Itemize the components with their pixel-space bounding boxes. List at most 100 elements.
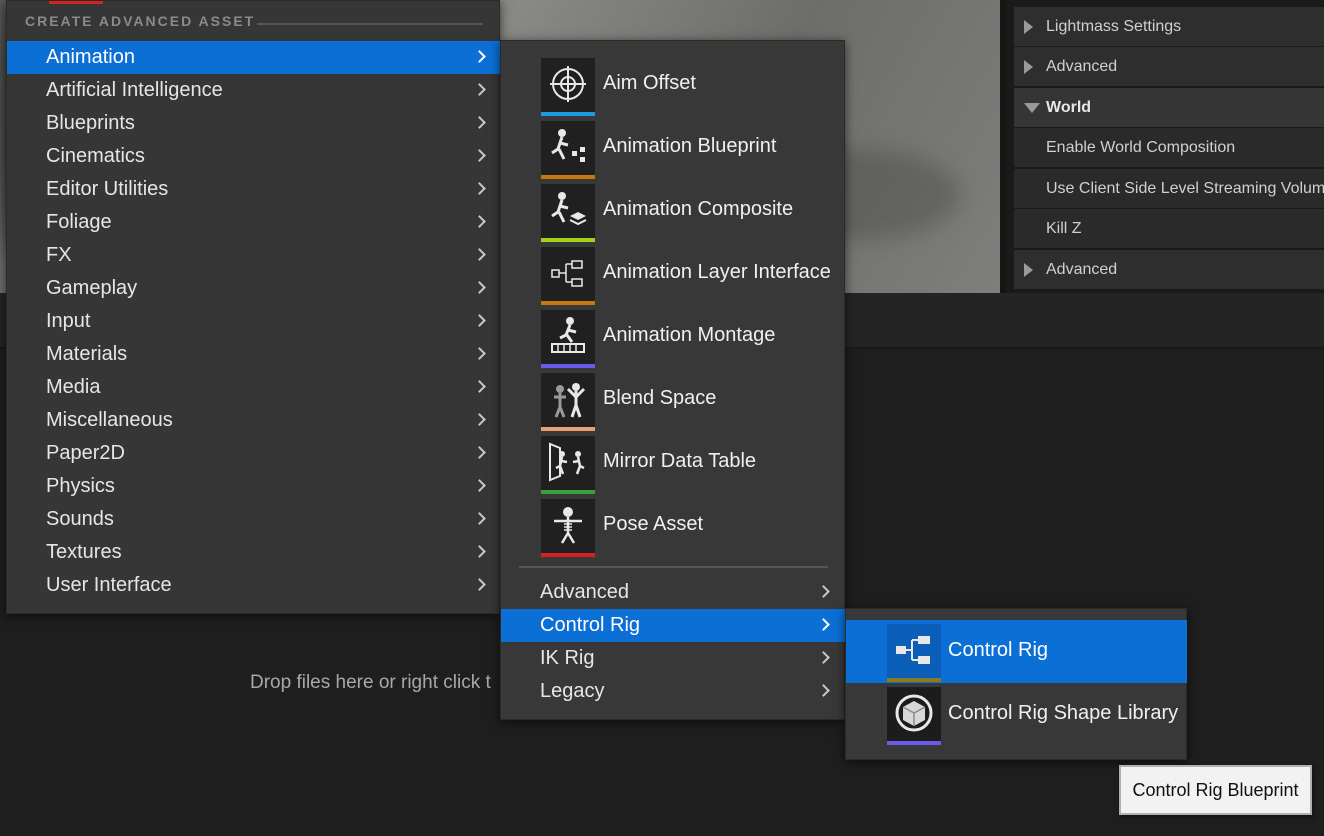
menu-item-artificial-intelligence[interactable]: Artificial Intelligence xyxy=(7,74,500,107)
submenu-item-legacy[interactable]: Legacy xyxy=(501,675,846,708)
asset-color-bar xyxy=(541,490,595,494)
animation-montage-icon xyxy=(541,310,595,368)
menu-item-label: Animation xyxy=(46,46,135,68)
menu-item-label: Input xyxy=(46,310,91,332)
menu-item-sounds[interactable]: Sounds xyxy=(7,503,500,536)
asset-item-label: Animation Montage xyxy=(603,324,776,346)
details-property-enable-world-composition[interactable]: Enable World Composition xyxy=(1014,128,1324,168)
details-section-world[interactable]: World xyxy=(1014,88,1324,128)
submenu-item-label: IK Rig xyxy=(540,647,595,669)
shape-library-icon xyxy=(887,687,941,745)
asset-item-label: Animation Layer Interface xyxy=(603,261,831,283)
mirror-data-table-icon xyxy=(541,436,595,494)
menu-item-label: Media xyxy=(46,376,101,398)
menu-item-blueprints[interactable]: Blueprints xyxy=(7,107,500,140)
submenu-item-ik-rig[interactable]: IK Rig xyxy=(501,642,846,675)
asset-item-animation-blueprint[interactable]: Animation Blueprint xyxy=(541,121,841,179)
blend-space-icon xyxy=(541,373,595,431)
asset-color-bar xyxy=(541,364,595,368)
asset-color-bar xyxy=(541,175,595,179)
editor-window: Lightmass Settings Advanced World Enable… xyxy=(0,0,1324,836)
tooltip: Control Rig Blueprint xyxy=(1119,765,1312,815)
menu-item-miscellaneous[interactable]: Miscellaneous xyxy=(7,404,500,437)
header-divider xyxy=(257,23,483,25)
menu-item-label: Materials xyxy=(46,343,128,365)
menu-header: CREATE ADVANCED ASSET xyxy=(25,13,256,29)
asset-item-control-rig[interactable]: Control Rig xyxy=(846,620,1187,683)
menu-item-input[interactable]: Input xyxy=(7,305,500,338)
chevron-right-icon xyxy=(473,149,486,162)
menu-item-animation[interactable]: Animation xyxy=(7,41,500,74)
asset-color-bar xyxy=(541,238,595,242)
asset-item-mirror-data-table[interactable]: Mirror Data Table xyxy=(541,436,841,494)
details-category-lightmass-settings[interactable]: Lightmass Settings xyxy=(1014,7,1324,47)
menu-item-foliage[interactable]: Foliage xyxy=(7,206,500,239)
details-category-advanced[interactable]: Advanced xyxy=(1014,47,1324,87)
control-rig-icon xyxy=(887,624,941,682)
asset-item-blend-space[interactable]: Blend Space xyxy=(541,373,841,431)
chevron-right-icon xyxy=(473,380,486,393)
chevron-right-icon xyxy=(473,116,486,129)
chevron-right-icon xyxy=(473,248,486,261)
details-panel: Lightmass Settings Advanced World Enable… xyxy=(1000,0,1324,293)
asset-item-label: Pose Asset xyxy=(603,513,704,535)
submenu-item-label: Legacy xyxy=(540,680,605,702)
chevron-right-icon xyxy=(473,83,486,96)
asset-color-bar xyxy=(541,553,595,557)
collapse-arrow-icon[interactable] xyxy=(1024,88,1040,127)
animation-layer-interface-icon xyxy=(541,247,595,305)
chevron-right-icon xyxy=(473,413,486,426)
menu-item-label: FX xyxy=(46,244,72,266)
menu-item-label: Blueprints xyxy=(46,112,135,134)
menu-item-fx[interactable]: FX xyxy=(7,239,500,272)
details-row-label: Kill Z xyxy=(1046,220,1082,237)
expand-arrow-icon[interactable] xyxy=(1024,250,1033,289)
asset-color-bar xyxy=(887,678,941,682)
asset-item-aim-offset[interactable]: Aim Offset xyxy=(541,58,841,116)
expand-arrow-icon[interactable] xyxy=(1024,7,1033,46)
menu-item-editor-utilities[interactable]: Editor Utilities xyxy=(7,173,500,206)
control-rig-submenu: Control Rig Control Rig Shape Library xyxy=(845,608,1187,760)
asset-item-label: Control Rig xyxy=(948,639,1049,661)
chevron-right-icon xyxy=(473,347,486,360)
menu-item-user-interface[interactable]: User Interface xyxy=(7,569,500,602)
asset-item-animation-montage[interactable]: Animation Montage xyxy=(541,310,841,368)
chevron-right-icon xyxy=(473,545,486,558)
chevron-right-icon xyxy=(473,446,486,459)
asset-item-pose-asset[interactable]: Pose Asset xyxy=(541,499,841,557)
menu-item-label: Foliage xyxy=(46,211,112,233)
submenu-item-advanced[interactable]: Advanced xyxy=(501,576,846,609)
menu-item-gameplay[interactable]: Gameplay xyxy=(7,272,500,305)
asset-item-label: Mirror Data Table xyxy=(603,450,757,472)
asset-color-bar xyxy=(541,301,595,305)
pose-asset-icon xyxy=(541,499,595,557)
asset-item-animation-composite[interactable]: Animation Composite xyxy=(541,184,841,242)
menu-item-physics[interactable]: Physics xyxy=(7,470,500,503)
details-row-label: Enable World Composition xyxy=(1046,139,1236,156)
menu-item-cinematics[interactable]: Cinematics xyxy=(7,140,500,173)
menu-item-label: Physics xyxy=(46,475,115,497)
details-property-client-side-streaming[interactable]: Use Client Side Level Streaming Volumes xyxy=(1014,169,1324,209)
menu-item-label: Editor Utilities xyxy=(46,178,169,200)
menu-item-label: Gameplay xyxy=(46,277,138,299)
details-row-label: Use Client Side Level Streaming Volumes xyxy=(1046,180,1324,197)
menu-item-paper2d[interactable]: Paper2D xyxy=(7,437,500,470)
details-row-label: World xyxy=(1046,99,1092,116)
menu-item-materials[interactable]: Materials xyxy=(7,338,500,371)
animation-blueprint-icon xyxy=(541,121,595,179)
submenu-item-control-rig[interactable]: Control Rig xyxy=(501,609,846,642)
menu-item-label: Paper2D xyxy=(46,442,125,464)
asset-color-bar xyxy=(541,112,595,116)
expand-arrow-icon[interactable] xyxy=(1024,47,1033,86)
menu-item-label: User Interface xyxy=(46,574,172,596)
asset-item-control-rig-shape-library[interactable]: Control Rig Shape Library xyxy=(846,683,1187,746)
details-property-kill-z[interactable]: Kill Z xyxy=(1014,209,1324,249)
asset-item-animation-layer-interface[interactable]: Animation Layer Interface xyxy=(541,247,841,305)
asset-item-label: Control Rig Shape Library xyxy=(948,702,1179,724)
asset-color-bar xyxy=(887,741,941,745)
details-category-advanced[interactable]: Advanced xyxy=(1014,250,1324,290)
menu-item-media[interactable]: Media xyxy=(7,371,500,404)
menu-item-textures[interactable]: Textures xyxy=(7,536,500,569)
chevron-right-icon xyxy=(473,578,486,591)
chevron-right-icon xyxy=(817,684,830,697)
